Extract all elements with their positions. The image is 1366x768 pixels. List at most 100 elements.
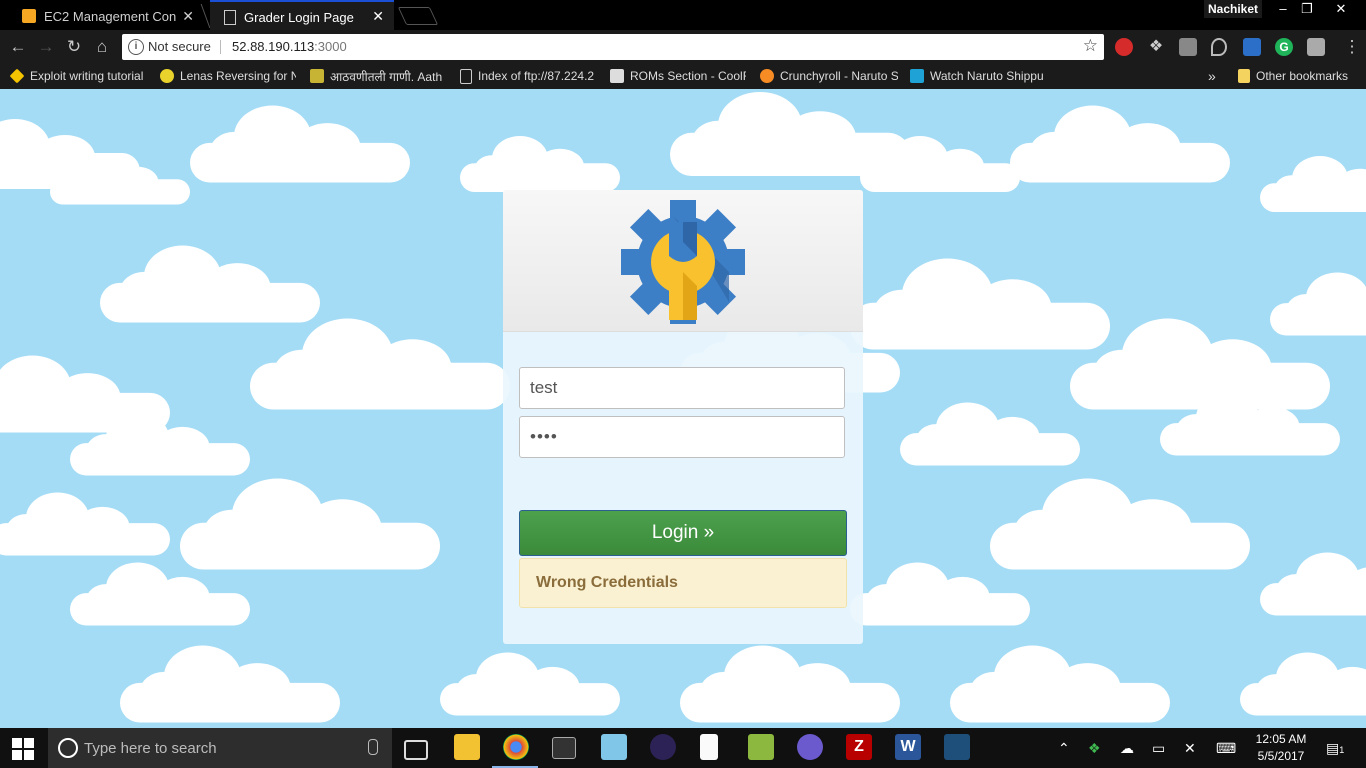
forward-icon[interactable]: → bbox=[34, 36, 58, 58]
action-center-icon[interactable]: ▤1 bbox=[1326, 740, 1344, 757]
info-icon[interactable]: i bbox=[128, 39, 144, 55]
bookmark-label: आठवणीतली गाणी. Aath bbox=[330, 69, 443, 84]
bookmark-item[interactable]: ROMs Section - CoolR bbox=[610, 67, 746, 85]
battery-icon[interactable]: ▭ bbox=[1152, 740, 1165, 757]
menu-icon[interactable]: ⋮ bbox=[1340, 36, 1364, 58]
bookmark-label: Index of ftp://87.224.2 bbox=[478, 69, 595, 83]
clock-date: 5/5/2017 bbox=[1257, 749, 1305, 763]
folder-icon bbox=[1238, 69, 1250, 83]
terminal-icon[interactable] bbox=[552, 737, 576, 759]
close-tab-icon[interactable]: ✕ bbox=[182, 8, 194, 25]
tab-ec2-console[interactable]: EC2 Management Conso ✕ bbox=[8, 2, 204, 30]
extension-on-icon[interactable] bbox=[1243, 38, 1261, 56]
back-icon[interactable]: ← bbox=[6, 36, 30, 58]
error-alert: Wrong Credentials bbox=[519, 558, 847, 608]
cloud bbox=[180, 478, 440, 570]
bookmark-label: Watch Naruto Shippu bbox=[930, 69, 1044, 83]
crunchyroll-icon bbox=[760, 69, 774, 83]
aws-icon bbox=[22, 9, 36, 23]
bookmark-item[interactable]: Lenas Reversing for N bbox=[160, 67, 296, 85]
keyboard-icon[interactable]: ⌨ bbox=[1216, 740, 1236, 757]
cloud bbox=[850, 562, 1030, 626]
bookmark-item[interactable]: आठवणीतली गाणी. Aath bbox=[310, 67, 446, 85]
url-host: 52.88.190.113 bbox=[232, 39, 315, 54]
cloud bbox=[440, 652, 620, 716]
close-window-button[interactable]: ✕ bbox=[1326, 0, 1356, 18]
username-input[interactable]: test bbox=[519, 367, 845, 409]
cloud bbox=[120, 645, 340, 723]
url-port: :3000 bbox=[314, 39, 347, 54]
bookmark-item[interactable]: Exploit writing tutorial bbox=[10, 67, 146, 85]
bookmark-item[interactable]: Crunchyroll - Naruto S bbox=[760, 67, 898, 85]
eclipse-icon[interactable] bbox=[650, 734, 676, 760]
ublock-icon[interactable] bbox=[1115, 38, 1133, 56]
cloud bbox=[950, 645, 1170, 723]
onedrive-icon[interactable]: ☁ bbox=[1120, 740, 1134, 757]
bookmark-item[interactable]: Watch Naruto Shippu bbox=[910, 67, 1046, 85]
gear-wrench-logo-icon bbox=[621, 200, 745, 324]
cloud bbox=[990, 478, 1250, 570]
notepad-icon[interactable] bbox=[700, 734, 718, 760]
grammarly-icon[interactable]: G bbox=[1275, 38, 1293, 56]
file-explorer-icon[interactable] bbox=[454, 734, 480, 760]
search-placeholder: Type here to search bbox=[84, 740, 217, 757]
page-icon bbox=[460, 68, 472, 84]
chat-icon[interactable] bbox=[1307, 38, 1325, 56]
cloud bbox=[1240, 652, 1366, 716]
cloud bbox=[250, 318, 510, 410]
tab-grader-login[interactable]: Grader Login Page ✕ bbox=[210, 0, 394, 32]
tab-label: Grader Login Page bbox=[244, 9, 354, 25]
tab-label: EC2 Management Conso bbox=[44, 8, 176, 24]
leaf-icon bbox=[310, 69, 324, 83]
security-label: Not secure bbox=[148, 39, 211, 54]
system-clock[interactable]: 12:05 AM 5/5/2017 bbox=[1246, 731, 1316, 765]
bookmark-item[interactable]: Index of ftp://87.224.2 bbox=[460, 67, 598, 85]
microphone-icon[interactable] bbox=[368, 739, 378, 755]
bookmark-label: Exploit writing tutorial bbox=[30, 69, 144, 83]
task-view-icon[interactable] bbox=[404, 740, 428, 760]
cloud bbox=[1260, 156, 1366, 212]
bookmark-star-icon[interactable]: ☆ bbox=[1083, 36, 1098, 56]
cloud bbox=[680, 645, 900, 723]
reload-icon[interactable]: ↻ bbox=[62, 36, 86, 58]
dropbox-tray-icon[interactable]: ❖ bbox=[1088, 740, 1101, 757]
notification-count: 1 bbox=[1339, 745, 1345, 755]
profile-button[interactable]: Nachiket bbox=[1204, 0, 1262, 18]
bookmark-label: Other bookmarks bbox=[1256, 69, 1349, 83]
bookmark-label: Lenas Reversing for N bbox=[180, 69, 296, 83]
windows-start-icon[interactable] bbox=[12, 738, 34, 760]
github-icon[interactable] bbox=[797, 734, 823, 760]
watch-icon bbox=[910, 69, 924, 83]
address-bar[interactable]: i Not secure 52.88.190.113:3000 ☆ bbox=[122, 34, 1104, 60]
location-icon[interactable] bbox=[1211, 38, 1227, 56]
login-button[interactable]: Login » bbox=[519, 510, 847, 556]
cloud bbox=[0, 492, 170, 556]
close-tab-icon[interactable]: ✕ bbox=[372, 8, 384, 25]
mysql-workbench-icon[interactable] bbox=[944, 734, 970, 760]
chrome-icon[interactable] bbox=[503, 734, 529, 760]
cloud bbox=[1270, 272, 1366, 336]
qr-icon[interactable] bbox=[1179, 38, 1197, 56]
bookmarks-overflow-button[interactable]: » bbox=[1208, 67, 1222, 85]
url-text: 52.88.190.113:3000 bbox=[232, 39, 347, 54]
cloud bbox=[70, 412, 250, 476]
restore-button[interactable]: ❐ bbox=[1292, 0, 1322, 18]
cloud bbox=[1160, 392, 1340, 456]
dropbox-icon[interactable]: ❖ bbox=[1147, 38, 1165, 56]
show-hidden-icons-icon[interactable]: ⌃ bbox=[1058, 740, 1070, 757]
cloud bbox=[190, 105, 410, 183]
login-card: test •••• Login » Wrong Credentials bbox=[503, 190, 863, 644]
spreadsheet-icon[interactable] bbox=[748, 734, 774, 760]
home-icon[interactable]: ⌂ bbox=[90, 36, 114, 58]
bookmark-label: Crunchyroll - Naruto S bbox=[780, 69, 898, 83]
cloud bbox=[900, 402, 1080, 466]
password-input[interactable]: •••• bbox=[519, 416, 845, 458]
bookmark-label: ROMs Section - CoolR bbox=[630, 69, 746, 83]
cloud bbox=[100, 245, 320, 323]
word-icon[interactable]: W bbox=[895, 734, 921, 760]
volume-muted-icon[interactable]: ✕ bbox=[1184, 740, 1196, 757]
app-icon[interactable] bbox=[601, 734, 627, 760]
taskbar-search[interactable]: Type here to search bbox=[48, 728, 392, 768]
other-bookmarks[interactable]: Other bookmarks bbox=[1238, 67, 1362, 85]
filezilla-icon[interactable]: Z bbox=[846, 734, 872, 760]
